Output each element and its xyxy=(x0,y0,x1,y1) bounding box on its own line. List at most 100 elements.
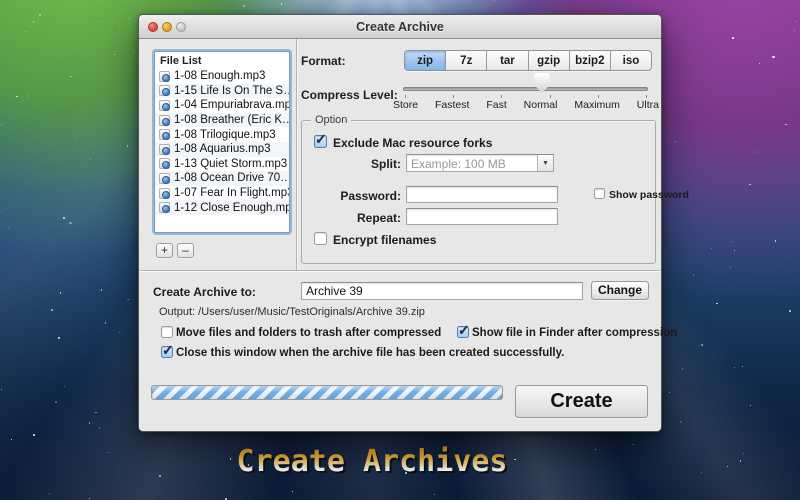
show-password-label: Show password xyxy=(609,189,689,201)
star-dot xyxy=(680,421,682,423)
star-dot xyxy=(732,37,734,39)
show-password-checkbox[interactable]: ✓ xyxy=(594,188,605,199)
compress-level-label: Compress Level: xyxy=(301,88,398,102)
remove-file-button[interactable]: – xyxy=(177,243,194,258)
audio-file-icon xyxy=(159,144,170,155)
encrypt-filenames-checkbox[interactable]: ✓ xyxy=(314,232,327,245)
list-item[interactable]: 1-08 Enough.mp3 xyxy=(155,69,289,84)
star-dot xyxy=(69,222,71,224)
split-dropdown-button[interactable]: ▼ xyxy=(537,155,553,171)
star-dot xyxy=(742,366,743,367)
star-dot xyxy=(11,439,12,440)
password-field[interactable] xyxy=(406,186,558,203)
app-caption: Create Archives xyxy=(0,444,772,479)
slider-label-fast: Fast xyxy=(486,99,506,111)
star-dot xyxy=(8,227,9,228)
format-option-zip[interactable]: zip xyxy=(405,51,446,70)
format-option-gzip[interactable]: gzip xyxy=(529,51,570,70)
audio-file-icon xyxy=(159,173,170,184)
move-trash-checkbox[interactable]: ✓ xyxy=(161,326,173,338)
exclude-forks-label: Exclude Mac resource forks xyxy=(333,136,492,150)
format-option-bzip2[interactable]: bzip2 xyxy=(570,51,611,70)
star-dot xyxy=(33,21,35,23)
star-dot xyxy=(281,3,283,5)
list-item[interactable]: 1-08 Ocean Drive 70… xyxy=(155,171,289,186)
star-dot xyxy=(789,310,791,312)
split-combobox[interactable]: Example: 100 MB ▼ xyxy=(406,154,554,172)
format-option-iso[interactable]: iso xyxy=(611,51,651,70)
add-file-button[interactable]: + xyxy=(156,243,173,258)
file-list-label: File List xyxy=(155,52,289,69)
file-list[interactable]: File List 1-08 Enough.mp3 1-15 Life Is O… xyxy=(154,51,290,233)
repeat-label: Repeat: xyxy=(301,211,401,225)
audio-file-icon xyxy=(159,115,170,126)
repeat-field[interactable] xyxy=(406,208,558,225)
star-dot xyxy=(794,30,795,31)
star-dot xyxy=(76,135,78,137)
star-dot xyxy=(749,184,751,186)
show-finder-checkbox[interactable]: ✓ xyxy=(457,326,469,338)
star-dot xyxy=(494,0,495,1)
slider-label-normal: Normal xyxy=(524,99,558,111)
star-dot xyxy=(101,289,103,291)
encrypt-filenames-label: Encrypt filenames xyxy=(333,233,436,247)
star-dot xyxy=(58,337,60,339)
list-item[interactable]: 1-08 Trilogique.mp3 xyxy=(155,127,289,142)
list-item[interactable]: 1-13 Quiet Storm.mp3 xyxy=(155,157,289,172)
star-dot xyxy=(99,427,101,429)
star-dot xyxy=(60,292,62,294)
star-dot xyxy=(1,211,2,212)
window-titlebar[interactable]: Create Archive xyxy=(139,15,661,39)
compress-slider-track[interactable] xyxy=(403,87,648,91)
star-dot xyxy=(127,145,129,147)
star-dot xyxy=(669,392,670,393)
list-item[interactable]: 1-07 Fear In Flight.mp3 xyxy=(155,186,289,201)
audio-file-icon xyxy=(159,71,170,82)
star-dot xyxy=(25,31,27,33)
audio-file-icon xyxy=(159,188,170,199)
star-dot xyxy=(759,63,760,64)
star-dot xyxy=(74,49,75,50)
move-trash-label: Move files and folders to trash after co… xyxy=(176,327,441,339)
star-dot xyxy=(716,303,718,305)
format-option-tar[interactable]: tar xyxy=(487,51,528,70)
star-dot xyxy=(102,21,103,22)
slider-label-ultra: Ultra xyxy=(637,99,659,111)
archive-name-field[interactable] xyxy=(301,282,583,300)
star-dot xyxy=(1,389,2,390)
list-item[interactable]: 1-15 Life Is On The S… xyxy=(155,84,289,99)
list-item-label: 1-12 Close Enough.mp3 xyxy=(174,202,289,214)
star-dot xyxy=(39,14,41,16)
change-button[interactable]: Change xyxy=(591,281,649,300)
create-button[interactable]: Create xyxy=(515,385,648,418)
star-dot xyxy=(134,52,135,53)
star-dot xyxy=(89,422,91,424)
star-dot xyxy=(114,54,115,55)
format-segmented-control: zip 7z tar gzip bzip2 iso xyxy=(404,50,652,71)
list-item-label: 1-08 Trilogique.mp3 xyxy=(174,129,276,141)
star-dot xyxy=(730,267,732,269)
password-label: Password: xyxy=(301,189,401,203)
list-item[interactable]: 1-08 Breather (Eric K… xyxy=(155,113,289,128)
star-dot xyxy=(64,386,65,387)
list-item[interactable]: 1-12 Close Enough.mp3 xyxy=(155,200,289,215)
slider-label-store: Store xyxy=(393,99,418,111)
audio-file-icon xyxy=(159,202,170,213)
star-dot xyxy=(775,240,777,242)
option-group-label: Option xyxy=(311,114,351,126)
star-dot xyxy=(682,368,684,370)
list-item[interactable]: 1-08 Aquarius.mp3 xyxy=(155,142,289,157)
window-title: Create Archive xyxy=(139,20,661,34)
list-item-label: 1-07 Fear In Flight.mp3 xyxy=(174,187,289,199)
exclude-forks-checkbox[interactable]: ✓ xyxy=(314,135,327,148)
list-item[interactable]: 1-04 Empuriabrava.mp3 xyxy=(155,98,289,113)
star-dot xyxy=(129,18,130,19)
destination-label: Create Archive to: xyxy=(153,285,256,299)
slider-label-maximum: Maximum xyxy=(574,99,620,111)
list-item-label: 1-13 Quiet Storm.mp3 xyxy=(174,158,287,170)
output-path: Output: /Users/user/Music/TestOriginals/… xyxy=(159,306,425,318)
star-dot xyxy=(292,491,293,492)
close-window-checkbox[interactable]: ✓ xyxy=(161,346,173,358)
split-label: Split: xyxy=(301,157,401,171)
format-option-7z[interactable]: 7z xyxy=(446,51,487,70)
